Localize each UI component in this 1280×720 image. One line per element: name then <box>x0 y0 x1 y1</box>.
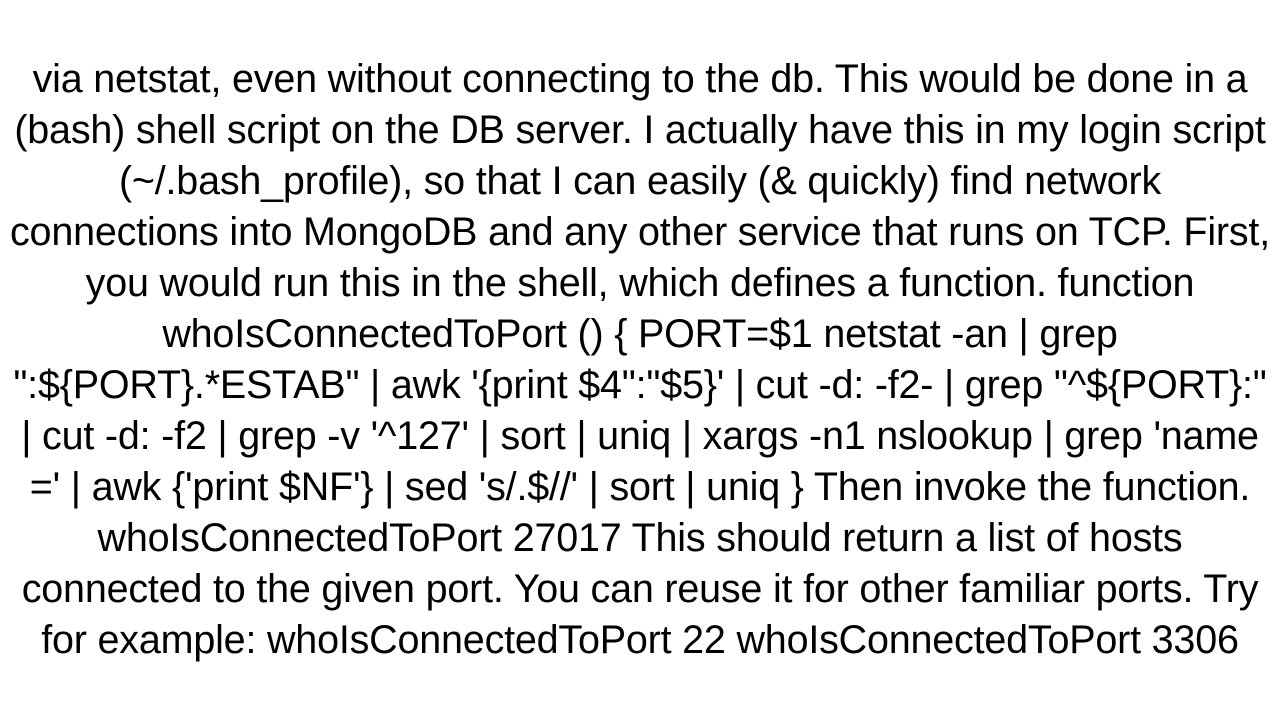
document-text: via netstat, even without connecting to … <box>10 54 1270 665</box>
